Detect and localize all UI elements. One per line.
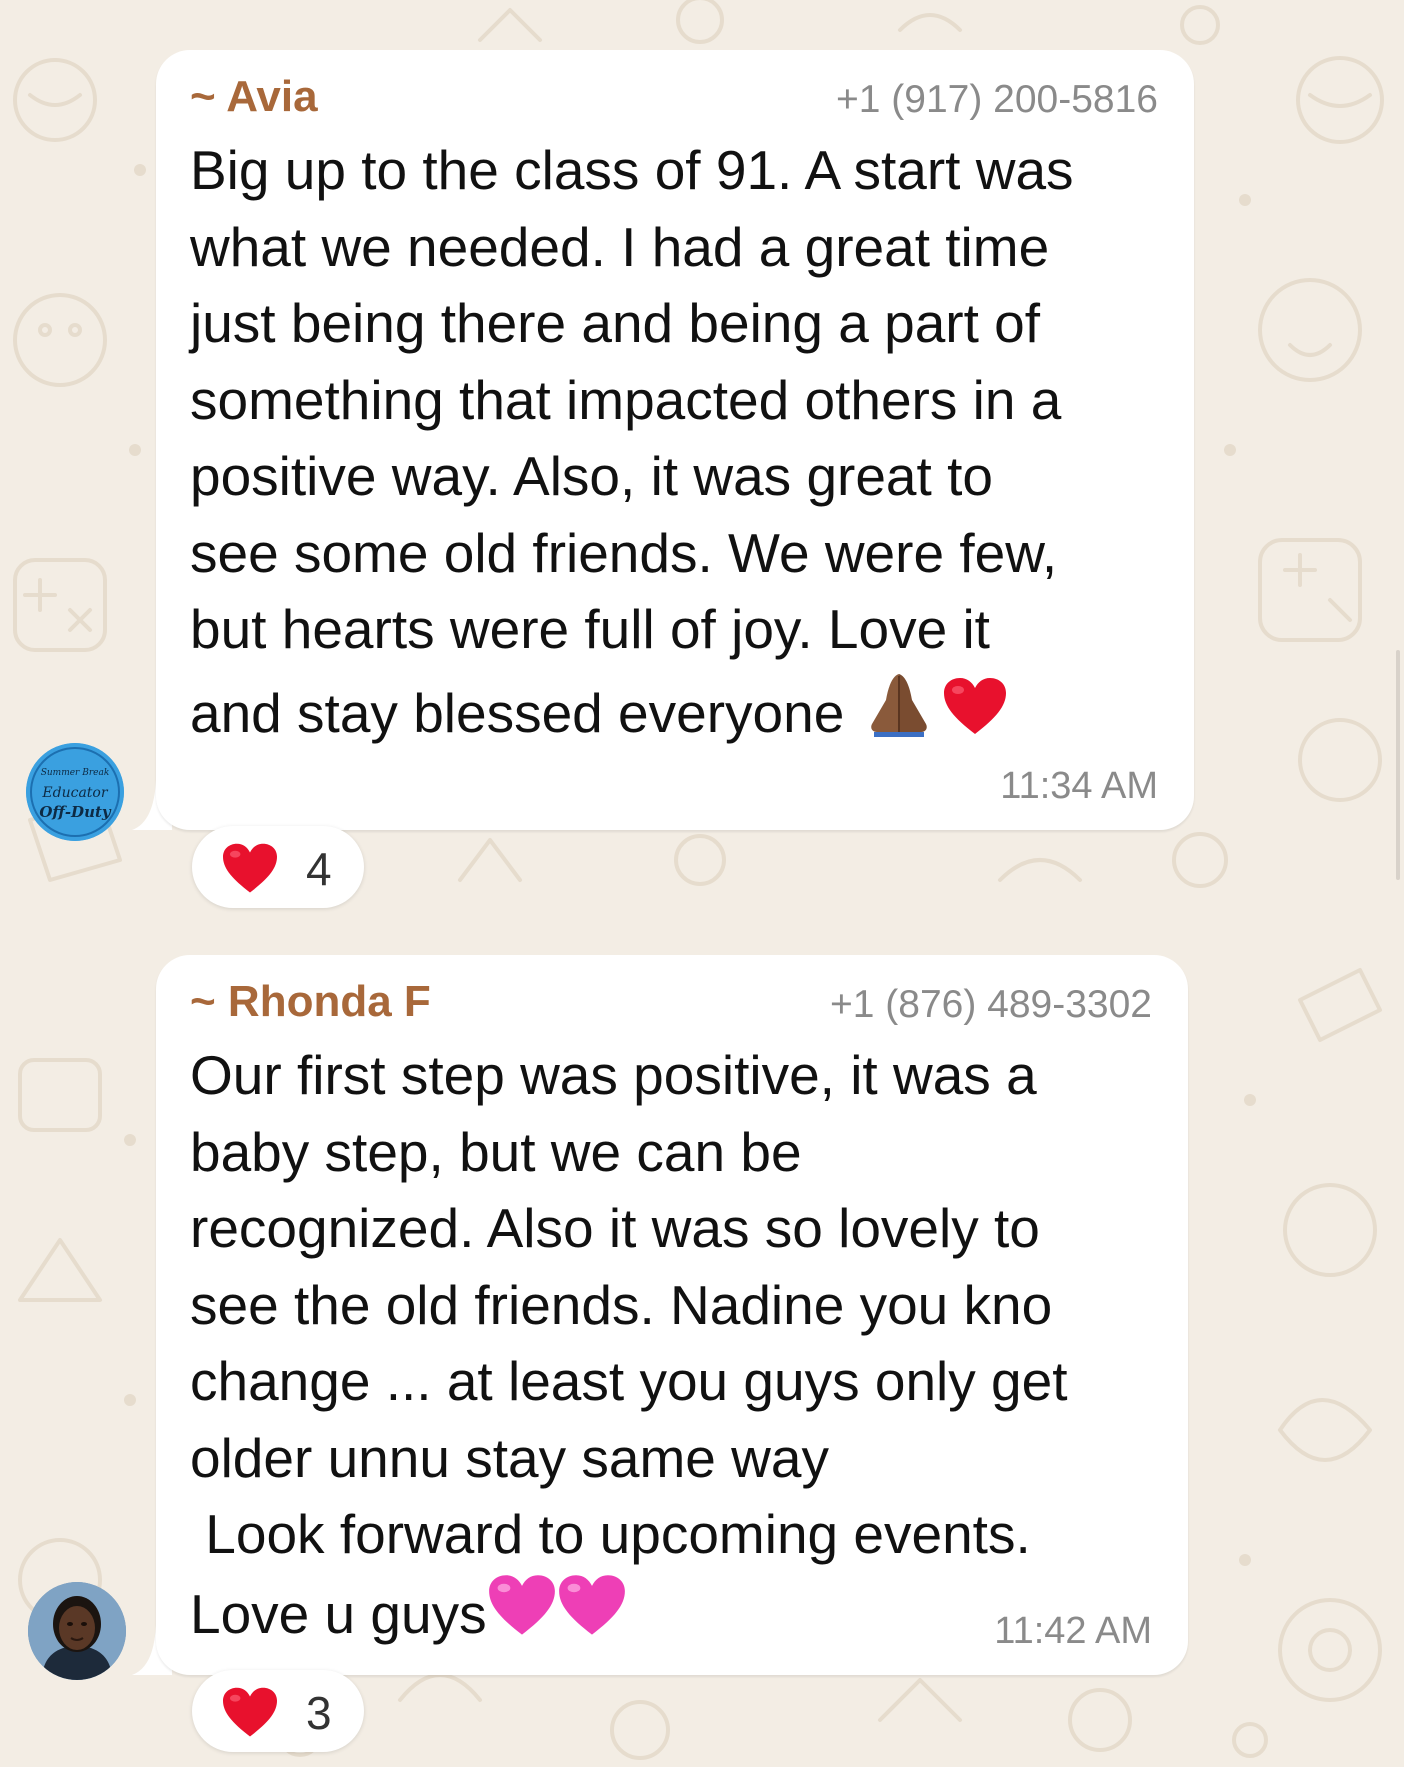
message-line: just being there and being a part of — [190, 292, 1041, 354]
message-line: Love u guys — [190, 1573, 1068, 1653]
avatar[interactable] — [28, 1582, 126, 1680]
message-line-text: Love u guys — [190, 1582, 487, 1645]
pink-heart-icon — [488, 1574, 555, 1635]
reaction-pill[interactable]: 3 — [192, 1670, 364, 1752]
scroll-indicator[interactable] — [1396, 650, 1400, 880]
message-line: recognized. Also it was so lovely to — [190, 1197, 1040, 1259]
pink-heart-icon — [558, 1574, 625, 1635]
message-text: Big up to the class of 91. A start was w… — [190, 132, 1074, 751]
red-heart-icon — [944, 677, 1007, 734]
red-heart-icon — [223, 1687, 277, 1737]
message-line: older unnu stay same way — [190, 1426, 829, 1489]
avatar[interactable]: Summer Break Educator Off-Duty — [26, 743, 124, 841]
message-line-text: and stay blessed everyone — [190, 681, 845, 744]
avatar-text-line: Summer Break — [41, 768, 110, 778]
sender-name[interactable]: ~ Rhonda F — [190, 977, 431, 1027]
message-line: see the old friends. Nadine you kno — [190, 1273, 1053, 1336]
sender-phone[interactable]: +1 (876) 489-3302 — [830, 983, 1152, 1027]
message-line: and stay blessed everyone — [190, 668, 1074, 752]
sender-phone[interactable]: +1 (917) 200-5816 — [836, 78, 1158, 122]
red-heart-icon — [223, 843, 277, 893]
avatar-text-line: Educator — [41, 785, 108, 801]
message-line: Our first step was positive, it was a — [190, 1044, 1037, 1106]
message-time: 11:42 AM — [994, 1610, 1152, 1652]
reaction-pill[interactable]: 4 — [192, 826, 364, 908]
message-line: but hearts were full of joy. Love it — [190, 598, 990, 660]
message-line: positive way. Also, it was great to — [190, 445, 993, 507]
reaction-count: 3 — [306, 1687, 332, 1739]
message-time: 11:34 AM — [1000, 765, 1158, 807]
message-line: baby step, but we can be — [190, 1120, 802, 1183]
user-photo-icon — [28, 1582, 126, 1680]
message-text: Our first step was positive, it was a ba… — [190, 1037, 1068, 1652]
message-line: Look forward to upcoming events. — [190, 1503, 1031, 1565]
message-bubble[interactable]: ~ Avia +1 (917) 200-5816 Big up to the c… — [156, 50, 1194, 830]
sender-name[interactable]: ~ Avia — [190, 72, 318, 122]
folded-hands-icon — [871, 673, 928, 737]
avatar-logo-icon: Summer Break Educator Off-Duty — [26, 743, 124, 841]
avatar-text-line: Off-Duty — [39, 803, 112, 821]
message-bubble[interactable]: ~ Rhonda F +1 (876) 489-3302 Our first s… — [156, 955, 1188, 1675]
message-line: something that impacted others in a — [190, 368, 1062, 431]
message-line: Big up to the class of 91. A start was — [190, 139, 1074, 201]
message-line: see some old friends. We were few, — [190, 521, 1058, 584]
reaction-count: 4 — [306, 843, 332, 895]
message-line: change ... at least you guys only get — [190, 1350, 1068, 1412]
message-line: what we needed. I had a great time — [190, 215, 1050, 278]
